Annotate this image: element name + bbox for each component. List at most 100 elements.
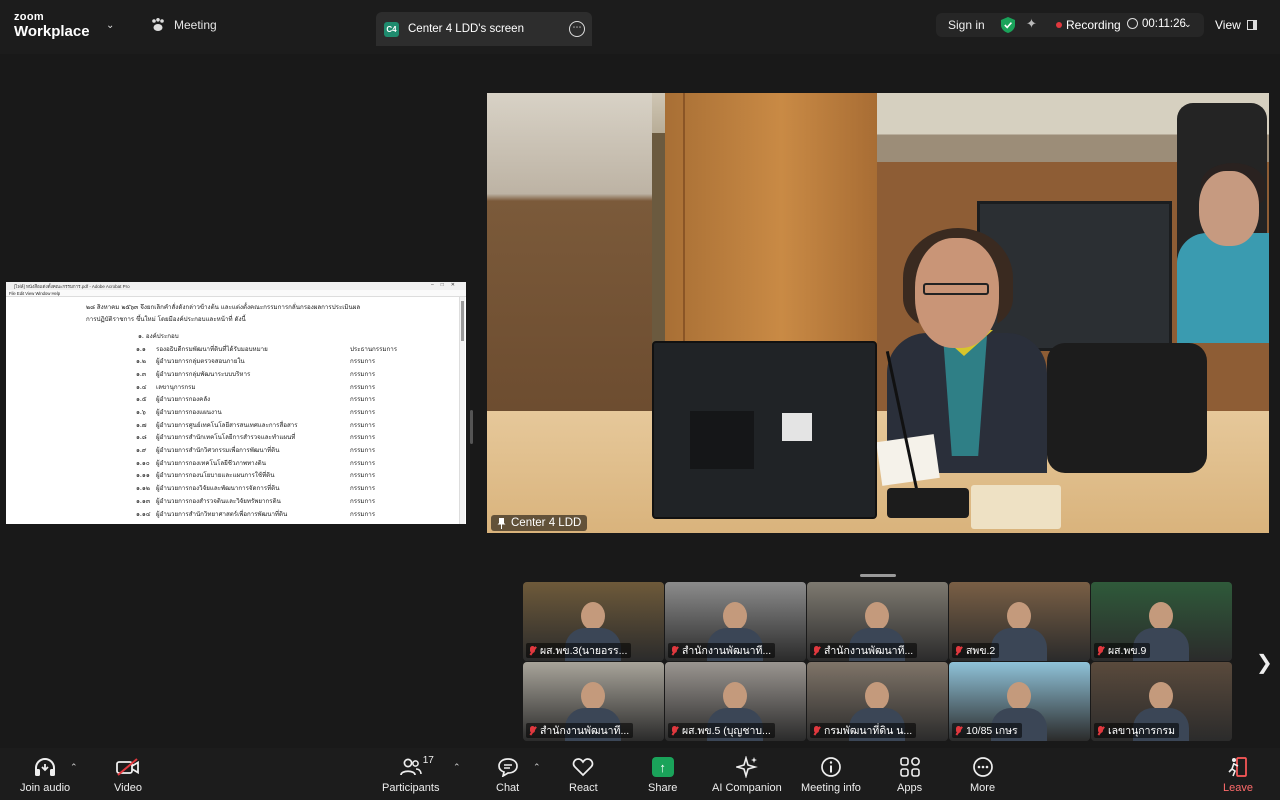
split-view-handle[interactable]: [470, 410, 473, 444]
participant-body: [991, 628, 1047, 661]
meeting-info-button[interactable]: Meeting info: [801, 756, 861, 794]
committee-row: ๑.๑ รองอธิบดีกรมพัฒนาที่ดินที่ได้รับมอบหม…: [86, 344, 416, 357]
committee-member: ผู้อำนวยการศูนย์เทคโนโลยีสารสนเทศและการส…: [156, 421, 298, 429]
committee-number: ๑.๑๒: [136, 485, 150, 493]
meeting-button[interactable]: Meeting: [150, 18, 217, 32]
committee-number: ๑.๒: [136, 358, 146, 366]
committee-role: กรรมการ: [350, 358, 376, 366]
participant-name: สำนักงานพัฒนาที...: [540, 725, 630, 737]
committee-row: ๑.๘ ผู้อำนวยการสำนักเทคโนโลยีการสำรวจและท…: [86, 432, 416, 445]
view-button[interactable]: View: [1215, 18, 1257, 32]
participant-tile[interactable]: ผส.พข.3(นายอรร...: [523, 582, 664, 661]
participant-tile[interactable]: กรมพัฒนาที่ดิน น...: [807, 662, 948, 741]
join-audio-button[interactable]: Join audio: [20, 756, 70, 794]
participant-person: [723, 602, 747, 630]
committee-role: กรรมการ: [350, 447, 376, 455]
mic-muted-icon: [1097, 645, 1104, 656]
intro-line-2: การปฏิบัติราชการ ขึ้นใหม่ โดยมีองค์ประกอ…: [86, 316, 246, 323]
gallery-resize-handle[interactable]: [860, 574, 896, 577]
chat-chevron-icon[interactable]: ⌃: [533, 762, 541, 773]
participant-name-tag: เลขานุการกรม: [1094, 723, 1180, 738]
mic-muted-icon: [671, 725, 678, 736]
share-arrow-icon: ↑: [651, 756, 674, 778]
mic-muted-icon: [1097, 725, 1104, 736]
committee-number: ๑.๘: [136, 434, 147, 442]
video-scene-chair-main: [1047, 343, 1207, 473]
participant-name: สำนักงานพัฒนาที...: [682, 645, 772, 657]
document-intro: ๒๘ สิงหาคม ๒๕๖๓ จึงยกเลิกคำสั่งดังกล่าวข…: [86, 302, 416, 326]
meeting-timer[interactable]: 00:11:26: [1142, 18, 1186, 30]
committee-number: ๑.๕: [136, 396, 147, 404]
committee-row: ๑.๑๔ ผู้อำนวยการสำนักวิทยาศาสตร์เพื่อการพ…: [86, 509, 416, 522]
meeting-info-label: Meeting info: [801, 782, 861, 794]
committee-row: ๑.๑๓ ผู้อำนวยการกองสำรวจดินและวิจัยทรัพยา…: [86, 496, 416, 509]
participant-name: เลขานุการกรม: [1108, 725, 1176, 737]
participant-person: [1149, 682, 1173, 710]
zoom-workplace-logo[interactable]: zoom Workplace: [14, 11, 90, 40]
participant-gallery: ผส.พข.3(นายอรร... สำนักงานพัฒนาที... สำนัก…: [523, 582, 1233, 741]
mic-muted-icon: [529, 725, 536, 736]
committee-member: ผู้อำนวยการกองคลัง: [156, 396, 211, 404]
document-scrollbar[interactable]: [459, 297, 465, 524]
participant-person: [723, 682, 747, 710]
shared-screen-title: Center 4 LDD's screen: [408, 23, 524, 35]
participant-tile[interactable]: สำนักงานพัฒนาที...: [807, 582, 948, 661]
recording-label[interactable]: Recording: [1066, 18, 1121, 32]
committee-number: ๑.๑๑: [136, 472, 150, 480]
chat-button[interactable]: Chat: [496, 756, 519, 794]
committee-member: ผู้อำนวยการกองวิจัยและพัฒนาการจัดการที่ด…: [156, 485, 280, 493]
join-audio-label: Join audio: [20, 782, 71, 794]
leave-button[interactable]: Leave: [1223, 756, 1253, 794]
participant-tile[interactable]: 10/85 เกษร: [949, 662, 1090, 741]
participant-tile[interactable]: สพข.2: [949, 582, 1090, 661]
shared-document[interactable]: [ไฟล์] หนังสือแต่งตั้งคณะกรรมการ.pdf - A…: [6, 282, 466, 524]
committee-member: ผู้อำนวยการกองสำรวจดินและวิจัยทรัพยากรดิ…: [156, 497, 281, 505]
encryption-shield-icon[interactable]: [1001, 17, 1015, 38]
committee-number: ๑.๓: [136, 370, 147, 378]
chevron-right-icon[interactable]: ❯: [1256, 650, 1273, 675]
committee-number: ๑.๑๔: [136, 510, 151, 518]
apps-button[interactable]: Apps: [897, 756, 922, 794]
participant-tile[interactable]: ผส.พข.5 (บุญชาบ...: [665, 662, 806, 741]
committee-role: กรรมการ: [350, 396, 376, 404]
brand-top-text: zoom: [14, 11, 44, 23]
committee-role: กรรมการ: [350, 383, 376, 391]
participant-tile[interactable]: เลขานุการกรม: [1091, 662, 1232, 741]
committee-role: กรรมการ: [350, 510, 376, 518]
participant-name-tag: ผส.พข.5 (บุญชาบ...: [668, 723, 775, 738]
share-button[interactable]: ↑ Share: [648, 756, 677, 794]
participant-tile[interactable]: สำนักงานพัฒนาที...: [665, 582, 806, 661]
mic-muted-icon: [955, 645, 962, 656]
active-speaker-video[interactable]: Center 4 LDD: [487, 93, 1269, 533]
participant-name: สพข.2: [966, 645, 996, 657]
sign-in-button[interactable]: Sign in: [948, 18, 985, 32]
participant-name: ผส.พข.5 (บุญชาบ...: [682, 725, 771, 737]
video-scene-monitor-front: [652, 341, 877, 519]
more-label: More: [970, 782, 996, 794]
participant-name-tag: กรมพัฒนาที่ดิน น...: [810, 723, 917, 738]
participants-button[interactable]: 17 Participants: [382, 755, 439, 794]
participants-count: 17: [422, 755, 434, 766]
video-button[interactable]: Video: [114, 756, 142, 794]
committee-member: เลขานุการกรม: [156, 383, 196, 391]
more-button[interactable]: More: [970, 756, 995, 794]
participant-tile[interactable]: ผส.พข.9: [1091, 582, 1232, 661]
shared-screen-tab[interactable]: C4 Center 4 LDD's screen ⋯: [376, 12, 592, 46]
share-label: Share: [648, 782, 678, 794]
sparkle-icon[interactable]: ✦: [1026, 16, 1037, 32]
video-scene-wall: [487, 93, 652, 453]
react-button[interactable]: React: [569, 756, 598, 794]
audio-options-chevron-icon[interactable]: ⌃: [70, 762, 78, 773]
ai-sparkle-icon: [735, 756, 758, 778]
committee-role: กรรมการ: [350, 497, 376, 505]
participants-chevron-icon[interactable]: ⌃: [453, 762, 461, 773]
chevron-down-icon[interactable]: ⌄: [106, 20, 114, 31]
participant-tile[interactable]: สำนักงานพัฒนาที...: [523, 662, 664, 741]
ai-companion-button[interactable]: AI Companion: [712, 756, 782, 794]
timer-chevron-icon[interactable]: ⌄: [1184, 19, 1192, 30]
scrollbar-thumb[interactable]: [461, 301, 464, 341]
document-section: ๑. องค์ประกอบ: [138, 331, 416, 344]
ai-companion-label: AI Companion: [712, 782, 782, 794]
more-options-icon[interactable]: ⋯: [569, 21, 585, 37]
leave-door-icon: [1227, 756, 1249, 778]
